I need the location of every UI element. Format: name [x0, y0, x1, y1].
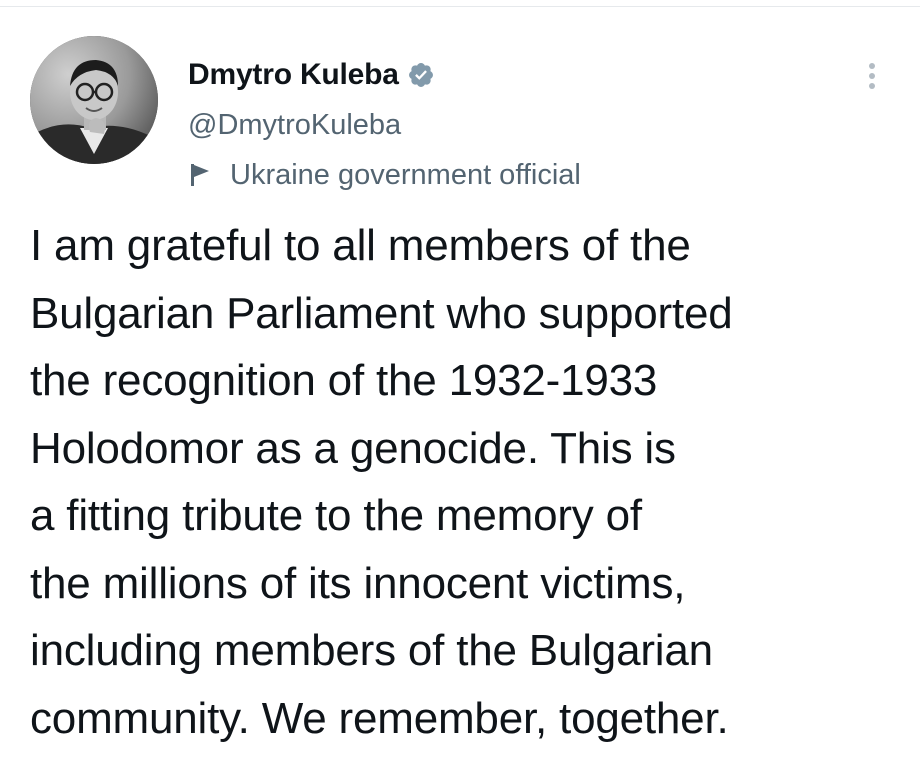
- tweet-line: Holodomor as a genocide. This is: [30, 423, 676, 473]
- verified-badge-icon: [407, 61, 435, 89]
- tweet-line: Bulgarian Parliament who supported: [30, 288, 733, 338]
- tweet-line: the millions of its innocent victims,: [30, 558, 686, 608]
- tweet-header: Dmytro Kuleba @DmytroKuleba Ukraine gove…: [188, 56, 848, 192]
- tweet-text: I am grateful to all members of the Bulg…: [30, 212, 910, 752]
- profile-photo: [30, 36, 158, 164]
- user-handle[interactable]: @DmytroKuleba: [188, 108, 848, 142]
- display-name[interactable]: Dmytro Kuleba: [188, 58, 399, 92]
- tweet-line: community. We remember, together.: [30, 693, 729, 743]
- tweet-line: including members of the Bulgarian: [30, 626, 713, 675]
- top-divider: [0, 6, 920, 7]
- account-label[interactable]: Ukraine government official: [188, 158, 848, 192]
- tweet-line: the recognition of the 1932-1933: [30, 356, 658, 405]
- tweet-line: I am grateful to all members of the: [30, 221, 691, 270]
- government-label: Ukraine government official: [230, 158, 581, 191]
- name-row: Dmytro Kuleba: [188, 56, 848, 94]
- avatar[interactable]: [30, 36, 158, 164]
- more-options-icon[interactable]: [864, 58, 880, 94]
- flag-icon: [188, 162, 212, 188]
- tweet-line: a fitting tribute to the memory of: [30, 491, 642, 540]
